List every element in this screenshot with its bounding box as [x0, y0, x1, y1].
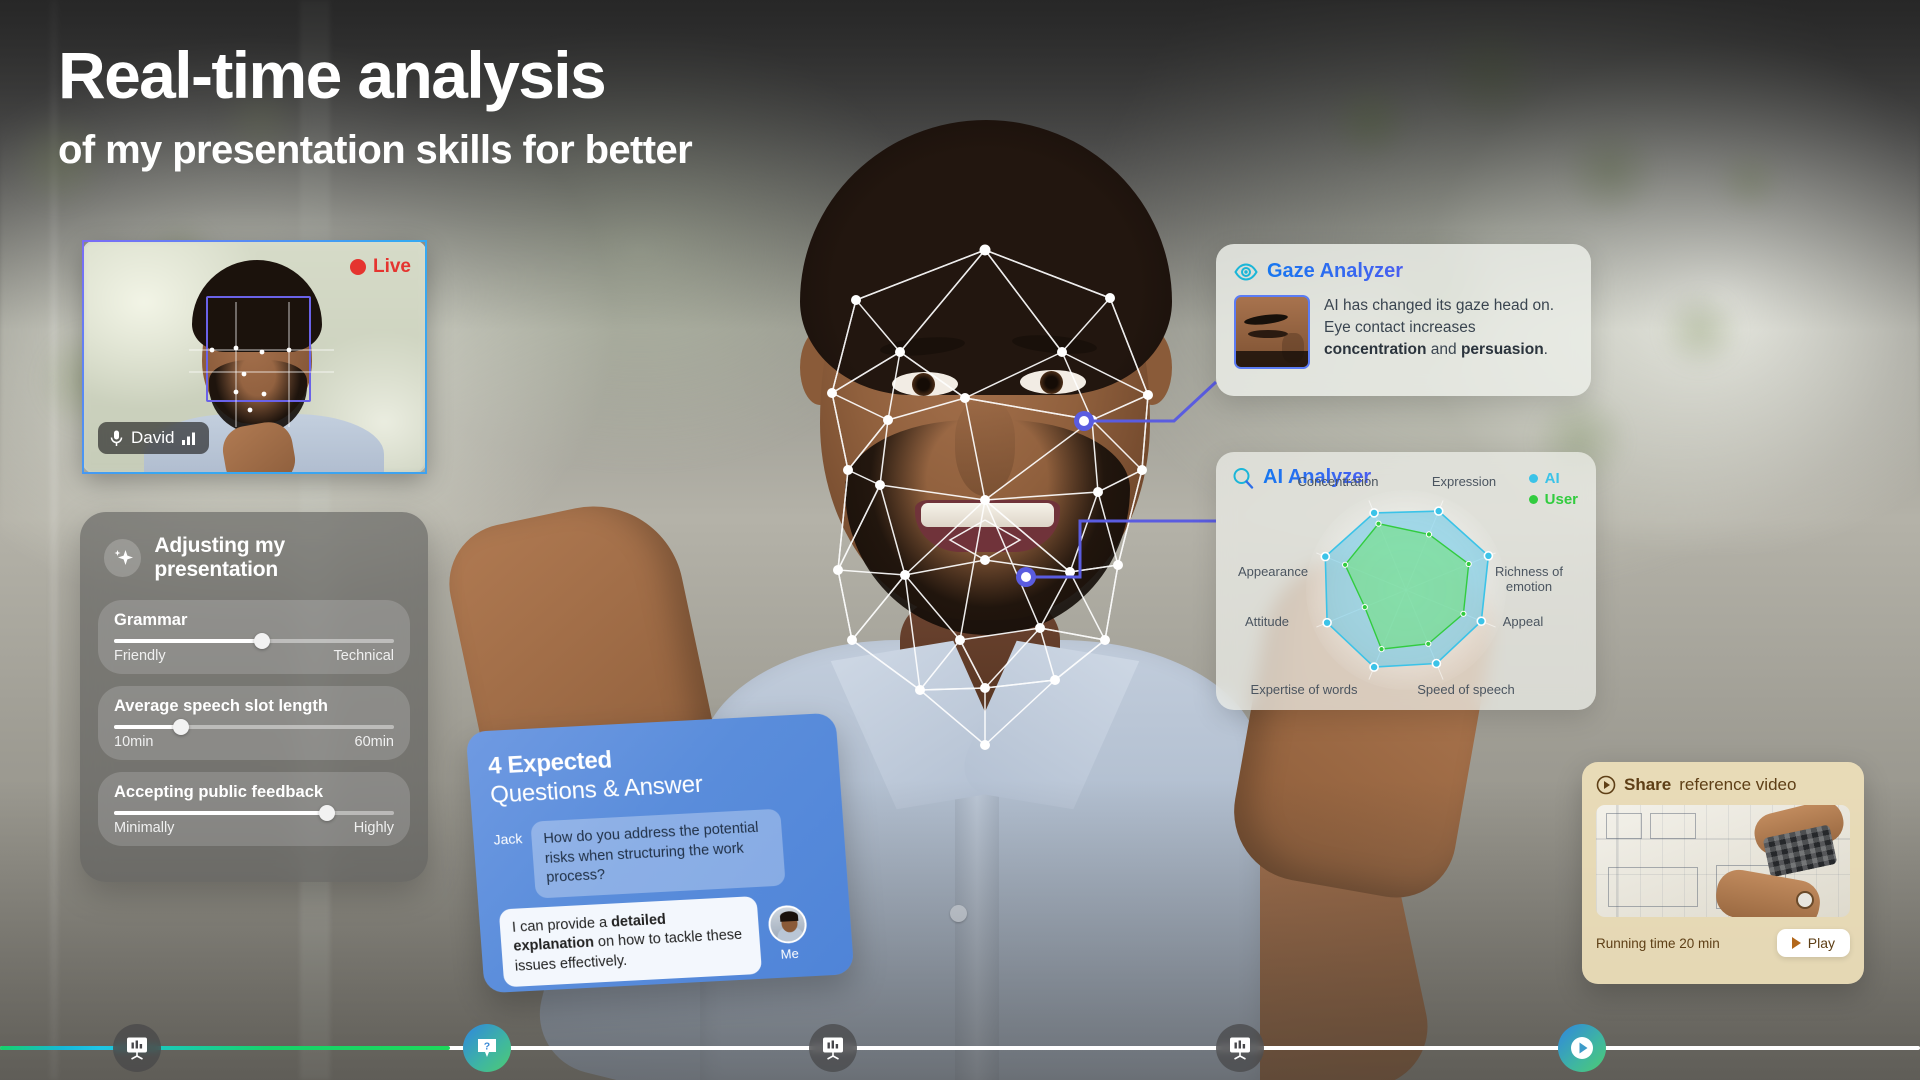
play-button-label: Play	[1807, 935, 1835, 951]
gaze-text-1: AI has changed its gaze head on. Eye con…	[1324, 297, 1555, 336]
axis-label-expression: Expression	[1431, 474, 1497, 489]
play-button[interactable]: Play	[1776, 929, 1850, 957]
sparkle-icon	[104, 539, 142, 577]
slider-endpoints: 10min 60min	[114, 734, 394, 750]
timeline-node-4[interactable]	[1216, 1024, 1264, 1072]
share-title-rest: reference video	[1679, 775, 1797, 794]
share-card-footer: Running time 20 min Play	[1596, 929, 1850, 957]
session-timeline[interactable]: 10 minutes ? 10 minutes 25 minutes	[0, 960, 1920, 1080]
gaze-text-2: and	[1426, 341, 1461, 358]
gaze-card-body: AI has changed its gaze head on. Eye con…	[1234, 295, 1573, 369]
slider-min-label: 10min	[114, 734, 154, 750]
slider-max-label: Technical	[333, 648, 394, 664]
gaze-card-text: AI has changed its gaze head on. Eye con…	[1324, 295, 1573, 369]
eye-icon	[1234, 262, 1258, 281]
slider-max-label: 60min	[354, 734, 395, 750]
play-triangle-icon	[1791, 937, 1801, 949]
gaze-card-header: Gaze Analyzer	[1234, 260, 1573, 283]
signal-bars-icon	[182, 432, 196, 445]
headline-line-1: Real-time analysis	[58, 38, 607, 112]
slider-knob[interactable]	[254, 633, 271, 649]
presentation-icon	[1230, 1037, 1250, 1060]
radar-chart-svg	[1306, 490, 1506, 690]
slider-public-feedback[interactable]: Accepting public feedback Minimally High…	[98, 772, 410, 846]
share-reference-video-card[interactable]: Share reference video Running time 20 mi…	[1582, 762, 1864, 984]
slider-fill	[114, 811, 327, 815]
slider-max-label: Highly	[353, 820, 394, 836]
gaze-text-bold-2: persuasion	[1460, 341, 1544, 358]
presenter-eye-right	[1020, 370, 1086, 394]
axis-label-appeal: Appeal	[1502, 614, 1544, 629]
slider-knob[interactable]	[173, 719, 190, 735]
adjust-panel-title: Adjusting my presentation	[154, 534, 285, 581]
participant-name: David	[131, 428, 175, 447]
axis-label-attitude: Attitude	[1244, 614, 1290, 629]
gaze-thumbnail	[1234, 295, 1310, 369]
presenter-mouth	[915, 500, 1060, 552]
timeline-node-2[interactable]: ?	[463, 1024, 511, 1072]
slider-fill	[114, 639, 263, 643]
ai-analyzer-card: AI Analyzer AI User Expression Richness …	[1216, 452, 1596, 710]
live-dot-icon	[349, 259, 366, 275]
gaze-card-title: Gaze Analyzer	[1267, 260, 1403, 282]
slider-min-label: Minimally	[114, 820, 175, 836]
axis-label-appearance: Appearance	[1237, 564, 1309, 579]
timeline-node-1[interactable]	[113, 1024, 161, 1072]
qa-question-bubble: How do you address the potential risks w…	[530, 808, 786, 899]
gaze-analyzer-card: Gaze Analyzer AI has changed its gaze he…	[1216, 244, 1591, 396]
qa-answer-author-block: Me	[767, 904, 809, 962]
live-preview-card[interactable]: Live David	[82, 240, 427, 474]
slider-knob[interactable]	[318, 805, 335, 821]
timeline-progress	[0, 1046, 450, 1050]
adjust-panel-header: Adjusting my presentation	[98, 534, 410, 582]
timeline-node-5[interactable]	[1558, 1024, 1606, 1072]
blueprint-thumbnail	[1596, 805, 1850, 917]
slider-min-label: Friendly	[114, 648, 166, 664]
presentation-icon	[823, 1037, 843, 1060]
participant-chip: David	[98, 422, 210, 454]
live-label: Live	[372, 256, 411, 277]
svg-text:?: ?	[484, 1040, 490, 1052]
gaze-text-bold-1: concentration	[1324, 341, 1427, 358]
presentation-icon	[127, 1037, 147, 1060]
radar-chart: Expression Richness of emotion Appeal Spe…	[1216, 474, 1596, 710]
adjust-presentation-panel: Adjusting my presentation Grammar Friend…	[80, 512, 428, 882]
live-badge: Live	[349, 256, 411, 278]
headline-line-2: of my presentation skills for better	[58, 128, 693, 172]
slider-track[interactable]	[114, 633, 394, 649]
share-title-bold: Share	[1624, 775, 1672, 794]
slider-endpoints: Minimally Highly	[114, 820, 394, 836]
slider-track[interactable]	[114, 719, 394, 735]
slider-endpoints: Friendly Technical	[114, 648, 394, 664]
axis-label-speed: Speed of speech	[1417, 682, 1515, 697]
slider-label: Accepting public feedback	[114, 783, 324, 801]
expected-qa-card[interactable]: 4 Expected Questions & Answer Jack How d…	[465, 712, 855, 994]
slider-label: Average speech slot length	[114, 697, 328, 715]
qa-question-author: Jack	[492, 830, 523, 848]
gaze-text-3: .	[1543, 341, 1548, 358]
slider-track[interactable]	[114, 805, 394, 821]
share-card-header: Share reference video	[1596, 775, 1850, 795]
timeline-node-3[interactable]	[809, 1024, 857, 1072]
slider-fill	[114, 725, 182, 729]
screen-root: Real-time analysis of my presentation sk…	[0, 0, 1920, 1080]
question-bubble-icon: ?	[478, 1038, 496, 1057]
page-title: Real-time analysis of my presentation sk…	[58, 38, 693, 173]
presenter-eye-left	[892, 372, 958, 396]
running-time-label: Running time 20 min	[1596, 935, 1720, 951]
presenter-hair	[800, 120, 1172, 395]
play-circle-icon	[1596, 775, 1616, 795]
slider-label: Grammar	[114, 611, 188, 629]
slider-speech-length[interactable]: Average speech slot length 10min 60min	[98, 686, 410, 760]
slider-grammar[interactable]: Grammar Friendly Technical	[98, 600, 410, 674]
microphone-icon	[110, 430, 123, 446]
axis-label-richness: Richness of emotion	[1495, 564, 1563, 594]
qa-question-row: Jack How do you address the potential ri…	[492, 806, 827, 900]
axis-label-expertise: Expertise of words	[1250, 682, 1358, 697]
play-icon	[1571, 1037, 1593, 1059]
axis-label-concentration: Concentration	[1297, 474, 1379, 489]
avatar	[767, 904, 808, 945]
qa-answer-pre: I can provide a	[511, 914, 612, 936]
